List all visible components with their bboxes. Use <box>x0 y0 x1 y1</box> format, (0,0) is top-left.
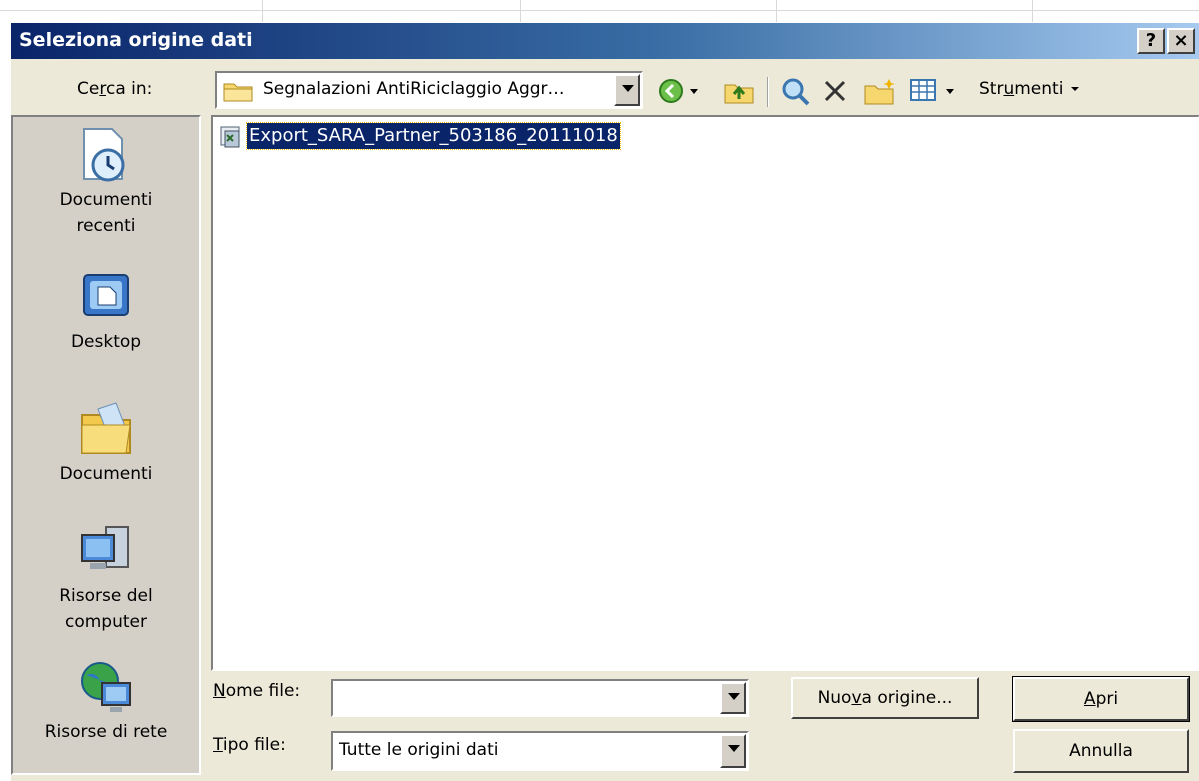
select-data-source-dialog: Seleziona origine dati ? × Cerca in: Seg… <box>10 22 1199 781</box>
place-label: Desktop <box>70 332 142 352</box>
help-button[interactable]: ? <box>1137 28 1165 54</box>
up-folder-icon[interactable] <box>723 77 755 105</box>
place-label: computer <box>65 612 147 632</box>
file-name-label: Nome file: <box>213 681 301 701</box>
tools-menu-label: Strumenti <box>979 79 1064 99</box>
title-bar[interactable]: Seleziona origine dati ? × <box>11 23 1199 59</box>
file-type-label: Tipo file: <box>213 735 286 755</box>
place-label: Documenti <box>59 464 153 484</box>
network-icon <box>81 662 131 712</box>
background-gridline <box>520 0 521 22</box>
toolbar-separator <box>767 77 769 107</box>
file-type-value: Tutte le origini dati <box>339 740 499 760</box>
place-network[interactable]: Risorse di rete <box>13 657 199 745</box>
folder-icon <box>223 83 253 102</box>
place-my-documents[interactable]: Documenti <box>13 399 199 487</box>
new-folder-icon[interactable] <box>863 77 897 107</box>
places-bar: Documenti recenti Desktop Documenti Riso… <box>11 115 201 775</box>
place-my-computer[interactable]: Risorse del computer <box>13 521 199 635</box>
file-type-dropdown-arrow[interactable] <box>720 734 746 768</box>
place-label: Risorse di rete <box>44 722 168 742</box>
background-gridline <box>1032 0 1033 22</box>
back-icon[interactable] <box>657 77 685 105</box>
views-icon[interactable] <box>909 77 939 105</box>
place-label: Risorse del <box>59 586 153 606</box>
background-gridline <box>262 0 263 22</box>
place-label: recenti <box>76 216 136 236</box>
tools-menu[interactable]: Strumenti <box>979 79 1081 99</box>
background-gridline <box>776 0 777 22</box>
dialog-title: Seleziona origine dati <box>19 29 253 51</box>
open-button[interactable]: Apri <box>1012 676 1190 722</box>
delete-icon[interactable] <box>821 77 849 105</box>
chevron-down-icon <box>1070 87 1079 91</box>
place-label: Documenti <box>59 190 153 210</box>
look-in-dropdown[interactable]: Segnalazioni AntiRiciclaggio Aggr… <box>215 71 643 109</box>
search-web-icon[interactable] <box>781 77 811 107</box>
cancel-button[interactable]: Annulla <box>1013 729 1189 773</box>
file-name-dropdown-arrow[interactable] <box>720 682 746 714</box>
background-gridline <box>0 10 1199 11</box>
file-name-field[interactable] <box>331 679 749 717</box>
file-name: Export_SARA_Partner_503186_20111018 <box>246 122 621 150</box>
views-dropdown-icon[interactable] <box>943 81 957 101</box>
look-in-dropdown-arrow[interactable] <box>614 74 640 106</box>
my-computer-icon <box>81 526 129 569</box>
back-dropdown-icon[interactable] <box>687 81 701 101</box>
close-button[interactable]: × <box>1167 28 1195 54</box>
recent-documents-icon <box>83 128 125 182</box>
place-recent-documents[interactable]: Documenti recenti <box>13 125 199 239</box>
file-type-dropdown[interactable]: Tutte le origini dati <box>331 731 749 771</box>
data-source-file-icon <box>220 126 240 148</box>
look-in-label: Cerca in: <box>77 79 153 99</box>
my-documents-icon <box>81 402 131 454</box>
desktop-icon <box>83 274 129 316</box>
look-in-value: Segnalazioni AntiRiciclaggio Aggr… <box>263 79 565 99</box>
place-desktop[interactable]: Desktop <box>13 267 199 355</box>
new-source-button[interactable]: Nuova origine... <box>791 677 979 719</box>
file-list[interactable]: Export_SARA_Partner_503186_20111018 <box>211 115 1199 671</box>
